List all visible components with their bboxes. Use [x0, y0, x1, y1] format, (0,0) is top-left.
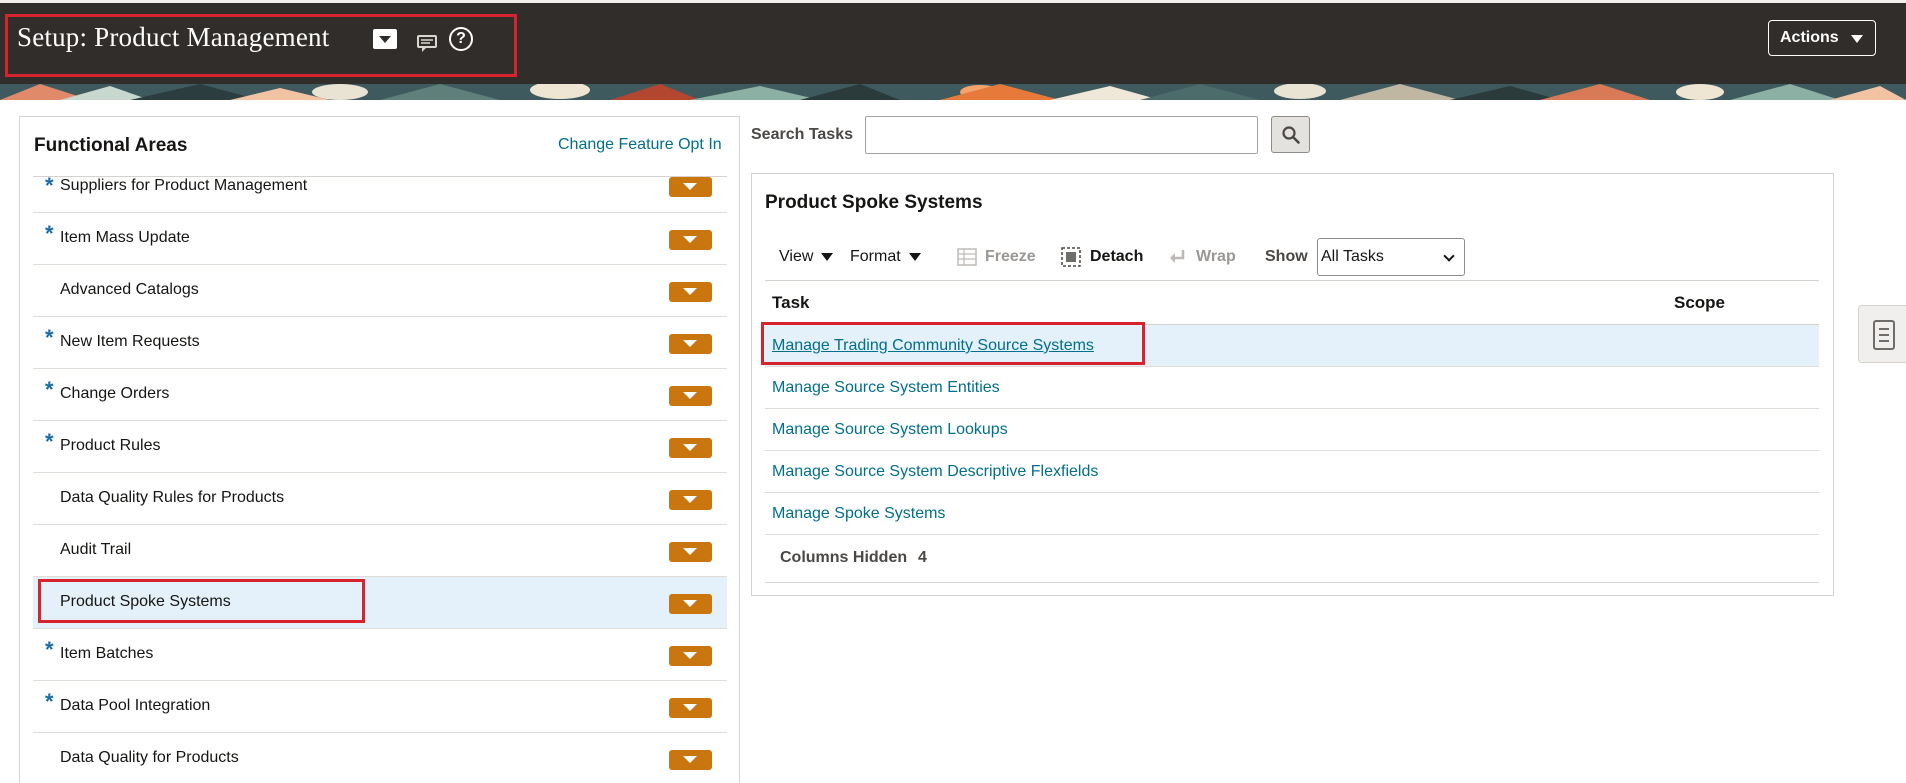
functional-area-label: Audit Trail	[60, 541, 132, 558]
required-indicator: *	[45, 325, 54, 350]
functional-area-label: Data Quality Rules for Products	[60, 489, 285, 506]
column-header-scope[interactable]: Scope	[1674, 293, 1725, 313]
actions-button-label: Actions	[1780, 29, 1839, 46]
task-link[interactable]: Manage Source System Descriptive Flexfie…	[772, 463, 1098, 481]
functional-areas-list: * Suppliers for Product Management * Ite…	[33, 173, 727, 783]
freeze-icon	[957, 248, 977, 266]
functional-area-item[interactable]: * Item Batches	[33, 629, 727, 681]
expand-dropdown-icon[interactable]	[669, 230, 712, 250]
task-link[interactable]: Manage Source System Lookups	[772, 421, 1008, 439]
table-row[interactable]: Manage Spoke Systems	[765, 493, 1819, 535]
functional-area-label: Data Pool Integration	[60, 697, 211, 714]
functional-area-item[interactable]: Data Quality for Products	[33, 733, 727, 783]
functional-area-item[interactable]: Audit Trail	[33, 525, 727, 577]
expand-dropdown-icon[interactable]	[669, 282, 712, 302]
expand-dropdown-icon[interactable]	[669, 386, 712, 406]
format-menu[interactable]: Format	[850, 248, 921, 266]
side-panel-tab[interactable]	[1858, 305, 1906, 363]
functional-area-item[interactable]: Advanced Catalogs	[33, 265, 727, 317]
table-header-row: Task Scope	[765, 280, 1819, 325]
expand-dropdown-icon[interactable]	[669, 334, 712, 354]
functional-area-label: Change Orders	[60, 385, 170, 402]
required-indicator: *	[45, 637, 54, 662]
highlight-box-selected-task	[761, 322, 1145, 365]
table-row[interactable]: Manage Source System Entities	[765, 367, 1819, 409]
columns-hidden-count[interactable]: 4	[918, 549, 927, 567]
functional-area-item[interactable]: * Data Pool Integration	[33, 681, 727, 733]
functional-area-label: Item Mass Update	[60, 229, 190, 246]
freeze-button: Freeze	[985, 248, 1036, 265]
functional-area-label: Product Rules	[60, 437, 161, 454]
table-row[interactable]: Manage Source System Descriptive Flexfie…	[765, 451, 1819, 493]
view-menu-label: View	[779, 248, 814, 265]
required-indicator: *	[45, 377, 54, 402]
task-link[interactable]: Manage Spoke Systems	[772, 505, 945, 523]
functional-area-label: Item Batches	[60, 645, 154, 662]
document-icon	[1873, 320, 1895, 350]
expand-dropdown-icon[interactable]	[669, 438, 712, 458]
functional-area-item[interactable]: * Product Rules	[33, 421, 727, 473]
functional-area-item[interactable]: Data Quality Rules for Products	[33, 473, 727, 525]
columns-hidden-label: Columns Hidden	[780, 549, 908, 566]
required-indicator: *	[45, 173, 54, 198]
functional-area-label: Advanced Catalogs	[60, 281, 199, 298]
table-row[interactable]: Manage Source System Lookups	[765, 409, 1819, 451]
functional-areas-title: Functional Areas	[34, 135, 188, 156]
functional-area-item[interactable]: * Suppliers for Product Management	[33, 173, 727, 213]
header-top-line	[0, 0, 1906, 3]
search-tasks-label: Search Tasks	[751, 126, 853, 143]
change-feature-opt-in-link[interactable]: Change Feature Opt In	[558, 136, 722, 154]
task-link[interactable]: Manage Source System Entities	[772, 379, 1000, 397]
functional-area-item[interactable]: * Change Orders	[33, 369, 727, 421]
show-label: Show	[1265, 248, 1308, 265]
functional-area-item[interactable]: * Item Mass Update	[33, 213, 727, 265]
caret-down-icon	[1851, 35, 1863, 43]
actions-button[interactable]: Actions	[1768, 20, 1876, 56]
search-tasks-input[interactable]	[865, 116, 1258, 154]
column-header-task[interactable]: Task	[772, 293, 810, 313]
tasks-toolbar: View Format Freeze Detach Wrap Show	[765, 238, 1820, 276]
highlight-box-product-spoke-systems	[38, 579, 365, 623]
functional-area-label: Data Quality for Products	[60, 749, 239, 766]
functional-area-label: Suppliers for Product Management	[60, 177, 308, 194]
format-menu-label: Format	[850, 248, 901, 265]
show-select[interactable]: All Tasks	[1317, 238, 1465, 276]
chevron-down-icon	[1443, 250, 1455, 262]
expand-dropdown-icon[interactable]	[669, 177, 712, 197]
detach-icon	[1061, 247, 1081, 267]
expand-dropdown-icon[interactable]	[669, 542, 712, 562]
tasks-panel-title: Product Spoke Systems	[765, 192, 983, 213]
wrap-icon	[1170, 250, 1185, 263]
show-select-value: All Tasks	[1321, 248, 1384, 265]
search-icon	[1282, 126, 1300, 144]
expand-dropdown-icon[interactable]	[669, 490, 712, 510]
highlight-box-page-title	[5, 14, 517, 77]
required-indicator: *	[45, 429, 54, 454]
required-indicator: *	[45, 689, 54, 714]
expand-dropdown-icon[interactable]	[669, 594, 712, 614]
wrap-button: Wrap	[1196, 248, 1236, 265]
expand-dropdown-icon[interactable]	[669, 698, 712, 718]
view-menu[interactable]: View	[779, 248, 834, 266]
functional-area-item[interactable]: * New Item Requests	[33, 317, 727, 369]
decorative-banner	[0, 84, 1906, 100]
detach-button[interactable]: Detach	[1090, 248, 1143, 266]
expand-dropdown-icon[interactable]	[669, 646, 712, 666]
caret-down-icon	[821, 252, 834, 261]
expand-dropdown-icon[interactable]	[669, 750, 712, 770]
search-button[interactable]	[1271, 116, 1310, 153]
required-indicator: *	[45, 221, 54, 246]
functional-area-label: New Item Requests	[60, 333, 200, 350]
caret-down-icon	[908, 252, 921, 261]
table-footer: Columns Hidden 4	[765, 535, 1819, 583]
